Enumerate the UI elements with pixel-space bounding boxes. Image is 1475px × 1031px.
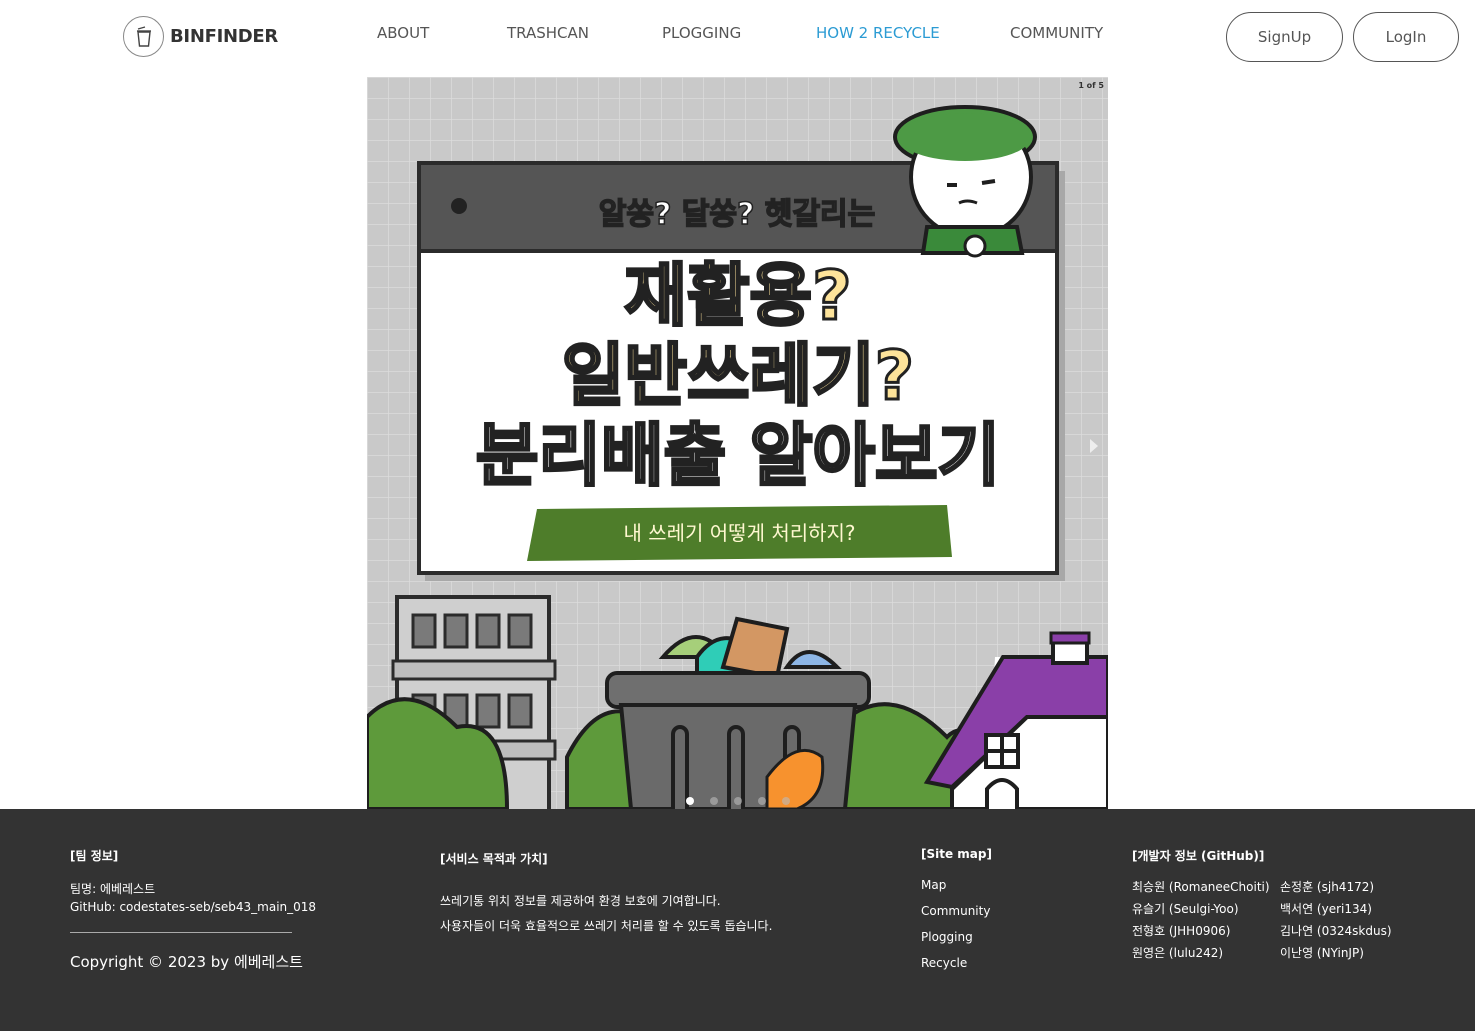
team-name: 팀명: 에베레스트 (70, 882, 156, 896)
developer-item: 이난영 (NYinJP) (1280, 946, 1364, 960)
developer-heading: [개발자 정보 (GitHub)] (1132, 849, 1265, 863)
developer-item: 백서연 (yeri134) (1280, 902, 1372, 916)
logo-text: BINFINDER (170, 26, 278, 47)
footer-divider (70, 932, 292, 933)
developer-item: 유슬기 (Seulgi-Yoo) (1132, 902, 1239, 916)
slider-dots (367, 797, 1108, 805)
nav-plogging[interactable]: PLOGGING (662, 24, 741, 42)
slide-title-line2: 일반쓰레기? (560, 336, 915, 418)
slider-dot-3[interactable] (733, 797, 742, 805)
slide-title-line1: 재활용? (623, 256, 853, 338)
slider-dot-1[interactable] (685, 797, 694, 805)
developer-item: 최승원 (RomaneeChoiti) (1132, 880, 1270, 894)
nav-about[interactable]: ABOUT (377, 24, 429, 42)
slide-title-line3: 분리배출 알아보기 (474, 416, 1001, 498)
sitemap-link-plogging[interactable]: Plogging (921, 930, 992, 944)
login-button[interactable]: LogIn (1353, 12, 1459, 62)
site-header: BINFINDER ABOUT TRASHCAN PLOGGING HOW 2 … (0, 0, 1475, 70)
sitemap: [Site map] Map Community Plogging Recycl… (921, 847, 992, 982)
nav-community[interactable]: COMMUNITY (1010, 24, 1103, 42)
developer-info: [개발자 정보 (GitHub)] 최승원 (RomaneeChoiti) 손정… (1132, 847, 1420, 961)
slide-counter: 1 of 5 (1078, 81, 1104, 90)
sitemap-link-recycle[interactable]: Recycle (921, 956, 992, 970)
team-heading: [팀 정보] (70, 849, 119, 863)
developer-item: 전형호 (JHH0906) (1132, 924, 1231, 938)
sitemap-link-map[interactable]: Map (921, 878, 992, 892)
copyright: Copyright © 2023 by 에베레스트 (70, 953, 303, 971)
site-footer: [팀 정보] 팀명: 에베레스트 GitHub: codestates-seb/… (0, 809, 1475, 1031)
developer-item: 김나연 (0324skdus) (1280, 924, 1392, 938)
signup-button[interactable]: SignUp (1226, 12, 1343, 62)
service-info: [서비스 목적과 가치] 쓰레기통 위치 정보를 제공하여 환경 보호에 기여합… (440, 850, 772, 939)
slide-subtitle: 내 쓰레기 어떻게 처리하지? (623, 521, 856, 545)
service-line-1: 쓰레기통 위치 정보를 제공하여 환경 보호에 기여합니다. (440, 894, 721, 908)
sitemap-link-community[interactable]: Community (921, 904, 992, 918)
developer-item: 손정훈 (sjh4172) (1280, 880, 1375, 894)
next-arrow-icon[interactable] (1090, 439, 1098, 453)
sitemap-heading: [Site map] (921, 847, 992, 861)
slider-dot-4[interactable] (757, 797, 766, 805)
slide-top-line: 알쏭? 달쏭? 헷갈리는 (598, 196, 876, 233)
slider-dot-5[interactable] (781, 797, 790, 805)
nav-how2recycle[interactable]: HOW 2 RECYCLE (816, 24, 940, 42)
team-github: GitHub: codestates-seb/seb43_main_018 (70, 900, 317, 914)
service-heading: [서비스 목적과 가치] (440, 852, 548, 866)
trashcan-logo-icon (123, 16, 164, 57)
nav-trashcan[interactable]: TRASHCAN (507, 24, 589, 42)
slider-dot-2[interactable] (709, 797, 718, 805)
service-line-2: 사용자들이 더욱 효율적으로 쓰레기 처리를 할 수 있도록 돕습니다. (440, 919, 773, 933)
developer-item: 원영은 (lulu242) (1132, 946, 1224, 960)
team-info: [팀 정보] 팀명: 에베레스트 GitHub: codestates-seb/… (70, 847, 316, 972)
recycle-guide-slider[interactable]: 알쏭? 달쏭? 헷갈리는 재활용? 일반쓰레기? 분리배출 알아보기 내 쓰레기… (367, 77, 1108, 809)
logo[interactable]: BINFINDER (123, 16, 278, 57)
developer-list: 최승원 (RomaneeChoiti) 손정훈 (sjh4172) 유슬기 (S… (1132, 878, 1420, 961)
